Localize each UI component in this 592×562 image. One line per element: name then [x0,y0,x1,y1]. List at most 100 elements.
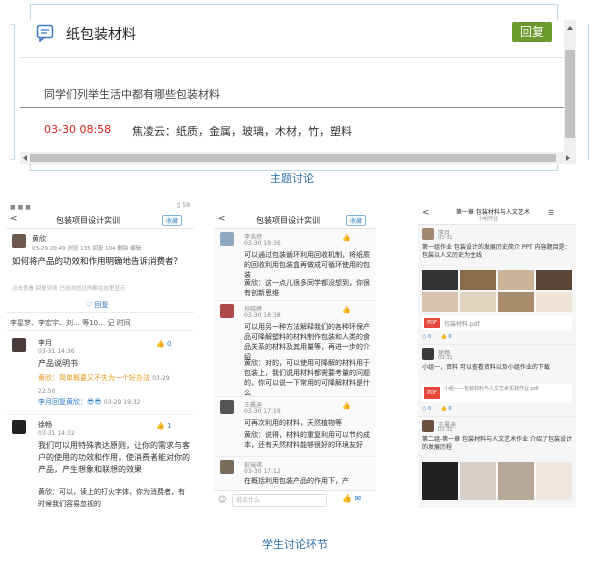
avatar [12,420,26,434]
comment-meta: 03-30 17:12 [244,468,281,475]
divider [20,57,564,58]
reply-button[interactable]: 回复 [512,22,552,42]
comment-sub: 黄欣：说得，材料的重复利用可以节约成本，还有天然材料能够很好的环境友好 [244,431,370,449]
back-icon[interactable]: < [218,214,226,224]
avatar [422,228,434,240]
input-bar: ☺ 说点什么 👍 ✉ [214,490,376,508]
app-title: 包装项目设计实训 [256,216,320,225]
comment-input[interactable]: 说点什么 [232,494,327,507]
divider [20,107,564,108]
reply-sub: 黄欣：简单概要又不失为一个好办法 03-29 22:50 [38,374,170,395]
pdf-icon: PDF [424,387,440,399]
divider [214,456,376,457]
reply-meta: 03-31 14:32 [38,430,75,437]
divider [6,312,194,313]
comment-text: 在概括利用包装产品的作用下，产 [244,477,349,485]
avatar [12,338,26,352]
chat-bubble-icon [36,24,54,43]
reply-text: 产品说明书 [38,359,78,368]
comment-like-row[interactable]: ○ 0 👍 0 [422,334,452,340]
pdf-name: 小组——包装材料与人文艺术实践作业.pdf [444,386,539,392]
divider [214,396,376,397]
reply-text: 我们可以用特殊表达原则，让你的需求与客户的使用的功效和作用，使消费者能对你的产品… [38,441,190,474]
student-caption: 学生讨论环节 [262,538,328,551]
status-bar: ■ ■ ■ ▯ 59 [10,202,190,211]
like-icon[interactable]: 👍 1 [156,422,171,430]
post-question: 如何将产品的功效和作用明确地告诉消费者？ [12,257,183,267]
image-grid[interactable] [422,270,572,314]
app-header: < 包装项目设计实训 收藏 [214,212,376,229]
post-meta: 03-31 [438,235,453,241]
avatar [220,304,234,318]
like-icon[interactable]: 👍 ✉ [342,494,361,503]
frame-right-bracket [582,24,589,160]
reply-sub: 黄欣：可以，读上的打火字体，你为消费者，有时候我们容易忽视的 [38,488,185,508]
app-title: 包装项目设计实训 [56,216,120,225]
post-text: 小组一，资料 可以查看资料以及小组作业的下载 [422,364,550,371]
reply-icon[interactable]: ♡ 回复 [86,300,109,310]
answer-timestamp: 03-30 08:58 [44,123,112,136]
back-icon[interactable]: < [10,214,18,224]
pdf-attachment[interactable]: PDF 小组——包装材料与人文艺术实践作业.pdf [422,384,572,402]
post-text: 第二组-第一章 包装材料与人文艺术作业 介绍了包装设计的发展历程 [422,436,572,451]
phone-screenshot-1: ■ ■ ■ ▯ 59 < 包装项目设计实训 收藏 黄欣 03-29 20:49 浏… [6,200,194,514]
image-grid[interactable] [422,462,572,502]
poster-meta: 03-29 20:49 浏览 135 回复 104 删除 编辑 [32,246,142,252]
favorite-badge[interactable]: 收藏 [162,215,183,226]
frame-top-bracket [30,4,558,21]
topic-panel: 纸包装材料 回复 同学们列举生活中都有哪些包装材料 03-30 08:58 焦凌… [20,20,576,164]
like-icon[interactable]: 👍 [342,306,351,314]
comment-meta: 03-30 17:19 [244,408,281,415]
reply-reply: 李月回复黄欣：😎😎 03-29 19:32 [38,398,141,406]
reply-author: 徐畅 [38,421,52,429]
answer-text: 焦凌云：纸质，金属，玻璃，木材，竹，塑料 [132,125,352,138]
favorite-badge[interactable]: 收藏 [346,215,367,226]
more-icon[interactable]: ☰ [548,209,554,217]
app-subtitle: 小组作业 [478,216,499,222]
horizontal-scroll-thumb[interactable] [30,154,556,162]
avatar [422,348,434,360]
divider [418,344,576,345]
like-icon[interactable]: 👍 [342,234,351,242]
pdf-icon: PDF [424,318,440,328]
poster-name: 黄欣 [32,235,46,243]
post-meta: 03-31 [438,427,453,433]
avatar [220,232,234,246]
comment-like-row[interactable]: ○ 0 👍 0 [422,406,452,412]
avatar [220,400,234,414]
like-icon[interactable]: 👍 [342,402,351,410]
post-note: 点击查看 回复列表 已经浏览过的都在这里显示 [12,286,126,292]
scroll-right-arrow-icon[interactable] [566,155,570,161]
emoji-icon[interactable]: ☺ [218,495,226,504]
comment-text: 可再次利用的材料，天然植物等 [244,419,342,427]
phone-screenshot-3: < 第一章 包装材料与人文艺术 小组作业 ☰ 李月 03-31 第一组作业 包装… [418,206,576,508]
divider [6,414,194,415]
divider [418,416,576,417]
topic-title: 纸包装材料 [66,27,136,43]
comment-sub: 黄欣：对的，可以使用可降解的材料用于包装上，我们说用材料都需要考量的问题的，你可… [244,359,370,397]
like-icon[interactable]: 👍 0 [156,340,171,348]
comment-meta: 03-30 18:38 [244,312,281,319]
participants-row[interactable]: 李星梦、李宏宇、刘… 等10… 记 时间 [10,318,131,328]
reply-meta: 03-31 14:36 [38,348,75,355]
divider [214,300,376,301]
comment-text: 可以通过包装循环利用回收机制，将纸质的回收利用包装盒再做成可循环使用的包装 [244,251,370,279]
pdf-name: 包装材料.pdf [444,321,480,328]
app-header: < 第一章 包装材料与人文艺术 小组作业 ☰ [418,206,576,225]
avatar [12,234,26,248]
pdf-attachment[interactable]: PDF 包装材料.pdf [422,316,572,330]
scroll-up-arrow-icon[interactable] [567,26,573,30]
comment-text: 可以用另一种方法解释我们的各种环保产品可降解塑料的材料制作包装和人类的食品关系的… [244,323,370,361]
scroll-left-arrow-icon[interactable] [23,155,27,161]
post-meta: 03-31 [438,355,453,361]
divider [6,330,194,331]
reply-author: 李月 [38,339,52,347]
vertical-scroll-thumb[interactable] [565,50,575,138]
app-header: < 包装项目设计实训 收藏 [6,212,194,229]
phone-screenshot-2: < 包装项目设计实训 收藏 李浩然 03-30 19:36 👍 可以通过包装循环… [214,212,376,508]
post-text: 第一组作业 包装设计的发展历史简介 PPT 内容题目是：包装以人文历史为主线 [422,244,571,259]
avatar [422,420,434,432]
topic-question: 同学们列举生活中都有哪些包装材料 [44,88,220,101]
back-icon[interactable]: < [422,208,430,218]
avatar [220,460,234,474]
